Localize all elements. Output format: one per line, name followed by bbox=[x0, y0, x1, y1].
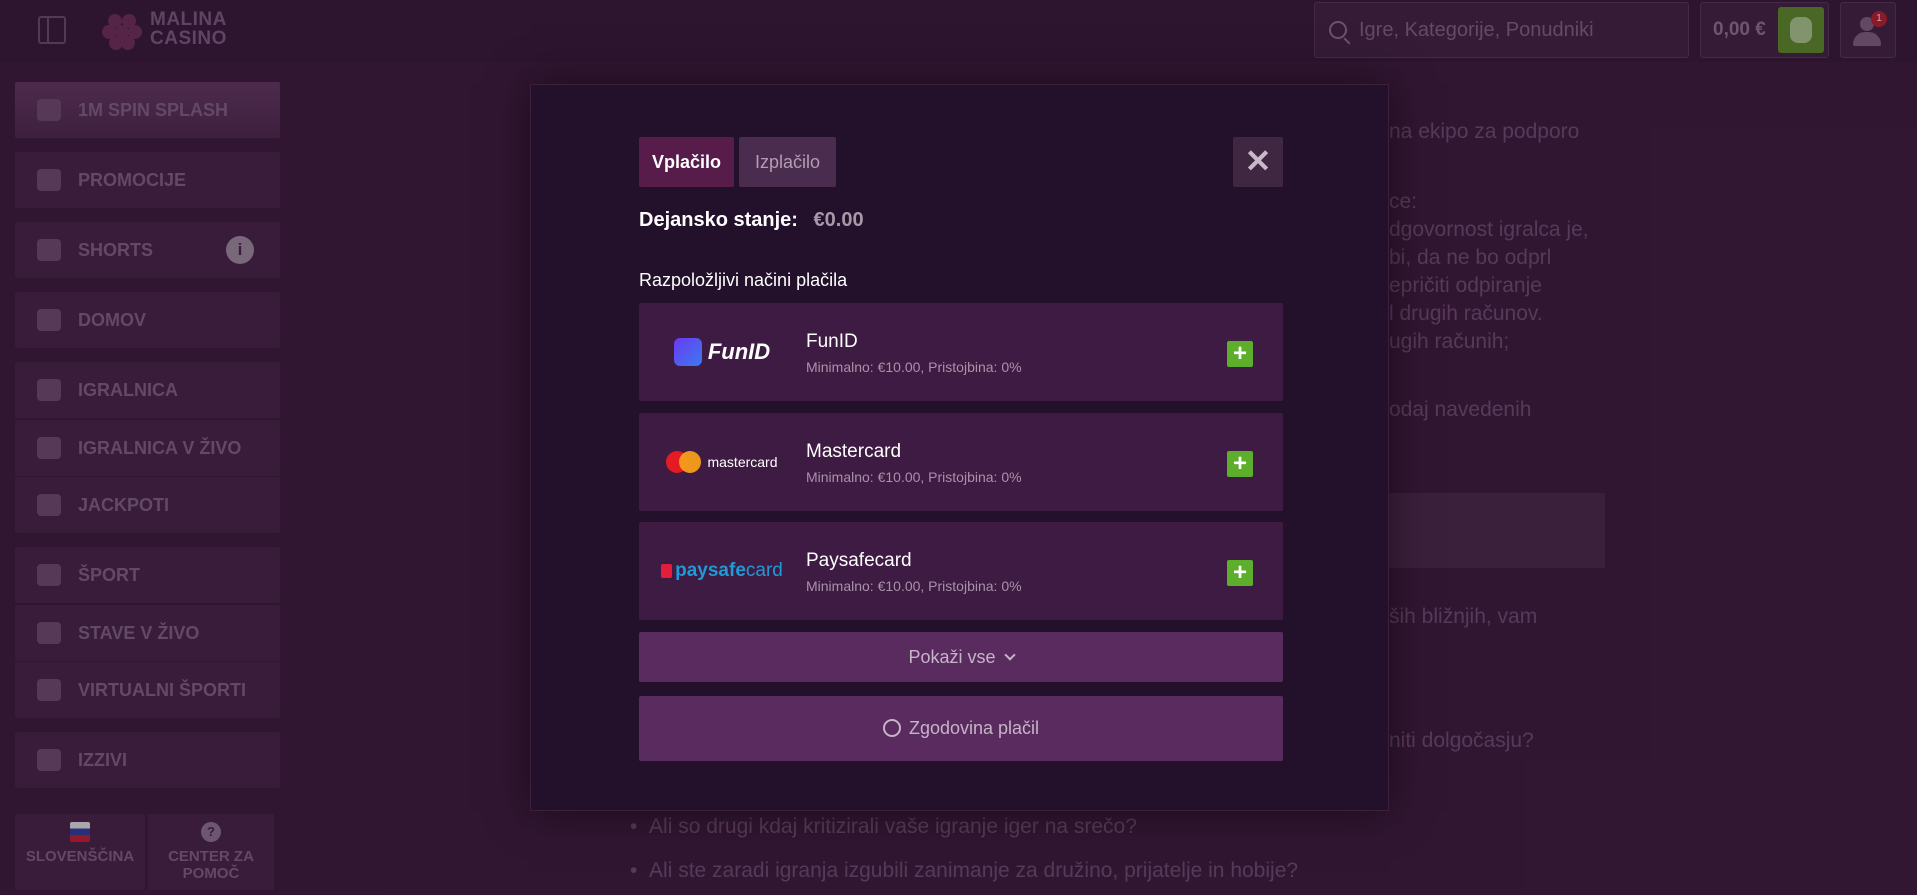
methods-title: Razpoložljivi načini plačila bbox=[639, 270, 848, 290]
tab-izplacilo[interactable]: Izplačilo bbox=[739, 137, 836, 187]
method-meta: Minimalno: €10.00, Pristojbina: 0% bbox=[806, 578, 1022, 594]
payment-method-paysafecard[interactable]: paysafe card Paysafecard Minimalno: €10.0… bbox=[639, 522, 1283, 620]
close-icon: ✕ bbox=[1244, 143, 1272, 179]
add-mastercard-button[interactable]: + bbox=[1227, 451, 1253, 477]
payment-history-button[interactable]: Zgodovina plačil bbox=[639, 696, 1283, 761]
payment-modal: Vplačilo Izplačilo ✕ Dejansko stanje: €0… bbox=[530, 84, 1389, 811]
balance-value: €0.00 bbox=[813, 209, 864, 231]
close-button[interactable]: ✕ bbox=[1233, 137, 1283, 187]
funid-logo: FunID bbox=[657, 327, 787, 377]
balance-label: Dejansko stanje: bbox=[639, 209, 798, 231]
method-name: Mastercard bbox=[806, 441, 902, 462]
tab-vplacilo[interactable]: Vplačilo bbox=[639, 137, 734, 187]
history-icon bbox=[882, 719, 901, 737]
funid-logo-icon bbox=[673, 338, 702, 366]
mastercard-logo: mastercard bbox=[657, 437, 787, 487]
chevron-down-icon bbox=[1003, 649, 1016, 661]
method-name: FunID bbox=[806, 331, 858, 352]
payment-method-mastercard[interactable]: mastercard Mastercard Minimalno: €10.00,… bbox=[639, 413, 1283, 511]
add-paysafecard-button[interactable]: + bbox=[1227, 560, 1253, 586]
payment-method-funid[interactable]: FunID FunID Minimalno: €10.00, Pristojbi… bbox=[639, 303, 1283, 401]
add-funid-button[interactable]: + bbox=[1227, 341, 1253, 367]
show-all-button[interactable]: Pokaži vse bbox=[639, 632, 1283, 682]
method-meta: Minimalno: €10.00, Pristojbina: 0% bbox=[806, 359, 1022, 375]
actual-balance: Dejansko stanje: €0.00 bbox=[639, 209, 864, 232]
method-name: Paysafecard bbox=[806, 550, 912, 571]
paysafecard-logo: paysafe card bbox=[657, 546, 787, 596]
lock-icon bbox=[661, 564, 673, 578]
method-meta: Minimalno: €10.00, Pristojbina: 0% bbox=[806, 469, 1022, 485]
